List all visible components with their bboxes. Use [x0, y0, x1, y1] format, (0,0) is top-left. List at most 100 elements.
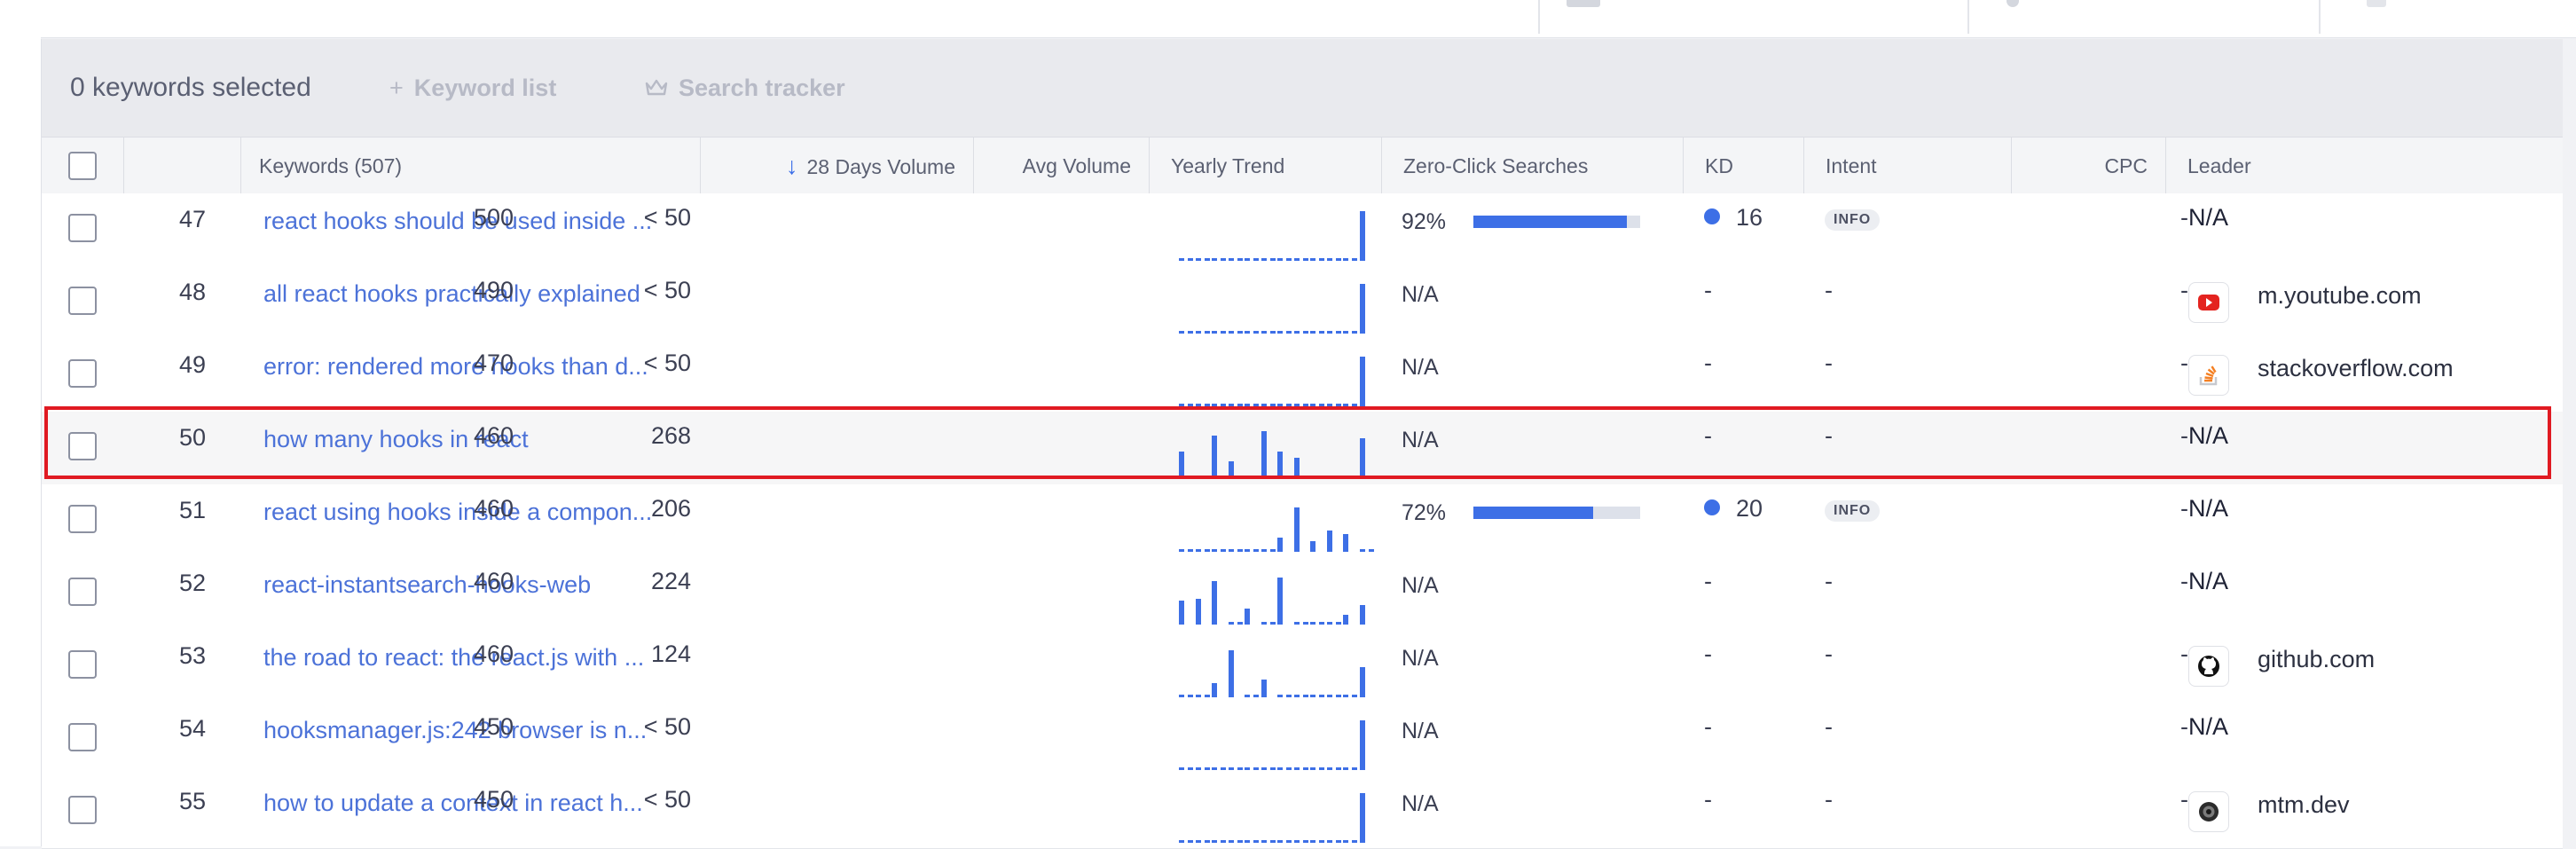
- leader-domain[interactable]: mtm.dev: [2258, 791, 2350, 819]
- top-icon-stub[interactable]: [2367, 0, 2386, 7]
- leader-domain[interactable]: m.youtube.com: [2258, 282, 2422, 310]
- column-kd[interactable]: KD: [1683, 138, 1803, 194]
- keyword-link[interactable]: the road to react: the react.js with ...: [263, 644, 671, 672]
- trend-bar-empty: [1352, 404, 1357, 406]
- row-number: 50: [178, 424, 207, 451]
- keyword-link[interactable]: react using hooks inside a compon...: [263, 499, 671, 526]
- trend-bar-empty: [1302, 767, 1308, 770]
- trend-bar-empty: [1237, 549, 1243, 552]
- row-checkbox[interactable]: [68, 214, 97, 242]
- trend-bar: [1359, 211, 1365, 261]
- row-checkbox[interactable]: [68, 796, 97, 824]
- keyword-link[interactable]: how to update a context in react h...: [263, 790, 671, 817]
- volume-28-days: 460: [473, 422, 514, 449]
- table-row[interactable]: 49 error: rendered more hooks than d... 47…: [42, 339, 2563, 413]
- trend-bar: [1179, 452, 1184, 479]
- trend-bar-empty: [1335, 476, 1341, 479]
- keyword-link[interactable]: error: rendered more hooks than d...: [263, 353, 671, 381]
- row-number: 49: [178, 351, 207, 378]
- divider: [1967, 0, 1969, 34]
- table-row[interactable]: 47 react hooks should be used inside ... 5…: [42, 193, 2563, 267]
- column-keywords-label: Keywords (507): [259, 154, 403, 177]
- row-checkbox[interactable]: [68, 723, 97, 751]
- intent-badge: INFO: [1825, 493, 1881, 522]
- table-row[interactable]: 50 how many hooks in react 460 268 N/A - - - N/A: [42, 412, 2563, 485]
- trend-bar-empty: [1269, 549, 1276, 552]
- trend-bar-empty: [1212, 767, 1217, 770]
- column-cpc-label: CPC: [2104, 154, 2148, 177]
- table-row[interactable]: 51 react using hooks inside a compon... 46…: [42, 484, 2563, 558]
- trend-bar-empty: [1195, 476, 1201, 479]
- trend-bar-empty: [1343, 840, 1348, 843]
- column-leader[interactable]: Leader: [2165, 138, 2563, 194]
- leader-domain[interactable]: stackoverflow.com: [2258, 355, 2454, 382]
- keyword-link[interactable]: hooksmanager.js:242 browser is n...: [263, 717, 671, 744]
- trend-bar-empty: [1326, 622, 1332, 625]
- keyword-list-button[interactable]: + Keyword list: [389, 39, 556, 137]
- column-28-days-volume[interactable]: ↓ 28 Days Volume: [700, 138, 973, 194]
- trend-bar-empty: [1269, 404, 1276, 406]
- trend-bar: [1359, 667, 1365, 697]
- keyword-link[interactable]: all react hooks practically explained: [263, 280, 671, 308]
- table-row[interactable]: 53 the road to react: the react.js with .…: [42, 630, 2563, 704]
- avg-volume: 206: [650, 495, 691, 522]
- search-tracker-button[interactable]: Search tracker: [645, 39, 845, 137]
- trend-bar-empty: [1212, 331, 1217, 334]
- table-row[interactable]: 48 all react hooks practically explained 4…: [42, 266, 2563, 340]
- row-checkbox[interactable]: [68, 287, 97, 315]
- trend-bar: [1359, 720, 1365, 770]
- trend-bar-empty: [1310, 767, 1315, 770]
- trend-bar-empty: [1352, 258, 1357, 261]
- column-avg-volume[interactable]: Avg Volume: [973, 138, 1149, 194]
- trend-bar: [1179, 601, 1184, 625]
- keyword-link[interactable]: react-instantsearch-hooks-web: [263, 571, 671, 599]
- trend-bar-empty: [1269, 840, 1276, 843]
- trend-bar-empty: [1195, 840, 1201, 843]
- column-cpc[interactable]: CPC: [2011, 138, 2165, 194]
- column-zero-click[interactable]: Zero-Click Searches: [1381, 138, 1685, 194]
- row-checkbox[interactable]: [68, 432, 97, 460]
- trend-bar-empty: [1253, 331, 1259, 334]
- column-intent[interactable]: Intent: [1803, 138, 2011, 194]
- zero-click-value: N/A: [1402, 791, 1439, 816]
- column-keywords[interactable]: Keywords (507): [240, 138, 700, 194]
- table-row[interactable]: 55 how to update a context in react h... 4…: [42, 775, 2563, 849]
- keyword-link[interactable]: react hooks should be used inside ...: [263, 208, 671, 235]
- trend-bar-empty: [1277, 695, 1283, 697]
- row-checkbox[interactable]: [68, 650, 97, 679]
- top-icon-stub[interactable]: [1567, 0, 1600, 7]
- avg-volume: < 50: [643, 350, 691, 376]
- trend-bar-empty: [1277, 767, 1283, 770]
- intent-value: -: [1825, 277, 1833, 303]
- row-number: 54: [178, 715, 207, 742]
- row-checkbox[interactable]: [68, 578, 97, 606]
- stackoverflow-icon: [2188, 355, 2229, 396]
- selected-count: 0 keywords selected: [70, 73, 311, 102]
- keyword-link[interactable]: how many hooks in react: [263, 426, 671, 453]
- trend-bar-empty: [1212, 258, 1217, 261]
- column-yearly-trend[interactable]: Yearly Trend: [1149, 138, 1381, 194]
- trend-bar-empty: [1335, 258, 1341, 261]
- table-row[interactable]: 52 react-instantsearch-hooks-web 460 224 N/A…: [42, 557, 2563, 631]
- trend-bar-empty: [1335, 767, 1341, 770]
- trend-bar-empty: [1237, 840, 1243, 843]
- row-number: 51: [178, 497, 207, 523]
- row-checkbox[interactable]: [68, 359, 97, 388]
- top-icon-stub[interactable]: [2007, 0, 2019, 7]
- kd-number: 16: [1736, 204, 1763, 231]
- trend-bar-empty: [1352, 476, 1357, 479]
- kd-dot-icon: [1704, 499, 1720, 515]
- trend-bar-empty: [1302, 258, 1308, 261]
- trend-bar-empty: [1188, 767, 1193, 770]
- zero-click-value: N/A: [1402, 719, 1439, 743]
- table-row[interactable]: 54 hooksmanager.js:242 browser is n... 450…: [42, 703, 2563, 776]
- trend-bar-empty: [1221, 404, 1226, 406]
- intent-value: -: [1825, 350, 1833, 376]
- select-all-checkbox[interactable]: [68, 152, 97, 180]
- trend-bar-empty: [1269, 258, 1276, 261]
- row-checkbox[interactable]: [68, 505, 97, 533]
- zero-click-value: 72%: [1402, 500, 1447, 525]
- trend-bar-empty: [1179, 331, 1184, 334]
- leader-domain[interactable]: github.com: [2258, 646, 2375, 673]
- yearly-trend-chart: [1168, 568, 1365, 625]
